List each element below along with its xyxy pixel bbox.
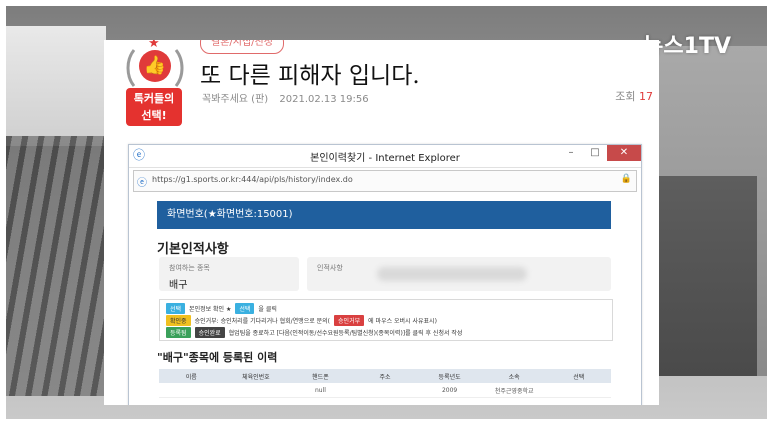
category-chip[interactable]: 결혼/시집/친정 (200, 40, 284, 54)
lock-icon: 🔒 (620, 174, 632, 184)
post-views: 조회 17 (615, 88, 653, 104)
ie-titlebar: ⓔ 본인이력찾기 - Internet Explorer – □ ✕ (129, 145, 641, 168)
sport-field: 참여하는 종목 배구 (159, 257, 299, 291)
legend-chip: 선택 (235, 303, 255, 314)
ie-page-icon: ⓔ (137, 178, 147, 189)
registered-history-title: "배구"종목에 등록된 이력 (157, 351, 278, 364)
address-url[interactable]: https://g1.sports.or.kr:444/api/pls/hist… (152, 175, 353, 184)
table-header: 선택 (573, 373, 585, 381)
legend-chip: 승인완료 (194, 327, 225, 338)
legend-box: 선택 본인정보 확인 ★ 선택 을 클릭 확인중 승인거부: 승인처리를 기다리… (159, 299, 613, 341)
table-row[interactable]: null 2009 천주근영중학교 (159, 383, 611, 398)
screen-number-banner: 화면번호(★화면번호:15001) (157, 201, 611, 229)
personal-info-label: 인적사항 (317, 264, 343, 272)
redacted-info (377, 267, 527, 281)
post-title: 또 다른 피해자 입니다. (200, 63, 420, 89)
legend-chip: 선택 (166, 303, 186, 314)
table-header: 등록년도 (438, 373, 461, 381)
sport-label: 참여하는 종목 (169, 264, 210, 272)
talker-choice-badge: ★ 👍 톡커들의 선택! (122, 40, 188, 130)
background-table (652, 176, 757, 376)
table-cell: null (314, 386, 326, 394)
background-chairs (6, 136, 116, 396)
ie-window-screenshot: ⓔ 본인이력찾기 - Internet Explorer – □ ✕ ⓔ htt… (128, 144, 642, 405)
legend-row: 선택 본인정보 확인 ★ 선택 을 클릭 (166, 303, 277, 314)
post-datetime: 2021.02.13 19:56 (279, 94, 369, 105)
post-card: ★ 👍 톡커들의 선택! 결혼/시집/친정 또 다른 피해자 입니다. 꼭봐주세… (104, 40, 659, 405)
table-header: 핸드폰 (312, 373, 329, 381)
section-title: 기본인적사항 (157, 242, 229, 257)
table-header: 주소 (379, 373, 391, 381)
table-header: 소속 (508, 373, 520, 381)
post-meta: 꼭봐주세요 (판) 2021.02.13 19:56 (202, 90, 377, 105)
legend-text: 본인정보 확인 ★ (189, 306, 232, 313)
table-header-row: 이름 체육인번호 핸드폰 주소 등록년도 소속 선택 (159, 369, 611, 383)
maximize-button[interactable]: □ (583, 145, 607, 161)
background-window (6, 26, 106, 146)
legend-text: 협업팀을 종료하고 [다음(인적이동/선수요원등록/팀별신청)(종목이력)]를 … (228, 330, 463, 337)
sport-value: 배구 (169, 280, 188, 291)
personal-info-field: 인적사항 (307, 257, 611, 291)
history-table: 이름 체육인번호 핸드폰 주소 등록년도 소속 선택 null 2009 천주근… (159, 369, 611, 405)
table-cell: 천주근영중학교 (494, 387, 534, 395)
window-controls: – □ ✕ (559, 145, 641, 163)
badge-label: 톡커들의 선택! (126, 88, 182, 126)
close-button[interactable]: ✕ (607, 145, 641, 161)
legend-chip: 등록됨 (166, 327, 191, 338)
legend-text: 승인거부: 승인처리를 기다리거나 협회/연맹으로 문의( (194, 318, 331, 325)
views-value: 17 (639, 90, 653, 103)
minimize-button[interactable]: – (559, 145, 583, 161)
address-bar[interactable]: ⓔ https://g1.sports.or.kr:444/api/pls/hi… (133, 170, 637, 192)
legend-row: 등록됨 승인완료 협업팀을 종료하고 [다음(인적이동/선수요원등록/팀별신청)… (166, 327, 462, 338)
table-header: 이름 (185, 373, 197, 381)
legend-row: 확인중 승인거부: 승인처리를 기다리거나 협회/연맹으로 문의( 승인거부 에… (166, 315, 437, 326)
legend-chip: 승인거부 (334, 315, 365, 326)
post-author[interactable]: 꼭봐주세요 (판) (202, 94, 268, 105)
legend-chip: 확인중 (166, 315, 191, 326)
thumbs-up-icon: 👍 (139, 50, 171, 82)
views-label: 조회 (615, 90, 636, 103)
table-cell: 2009 (441, 386, 458, 394)
legend-text: 을 클릭 (258, 306, 277, 313)
table-header: 체육인번호 (242, 373, 270, 381)
legend-text: 에 마우스 오버시 사유표시) (368, 318, 437, 325)
